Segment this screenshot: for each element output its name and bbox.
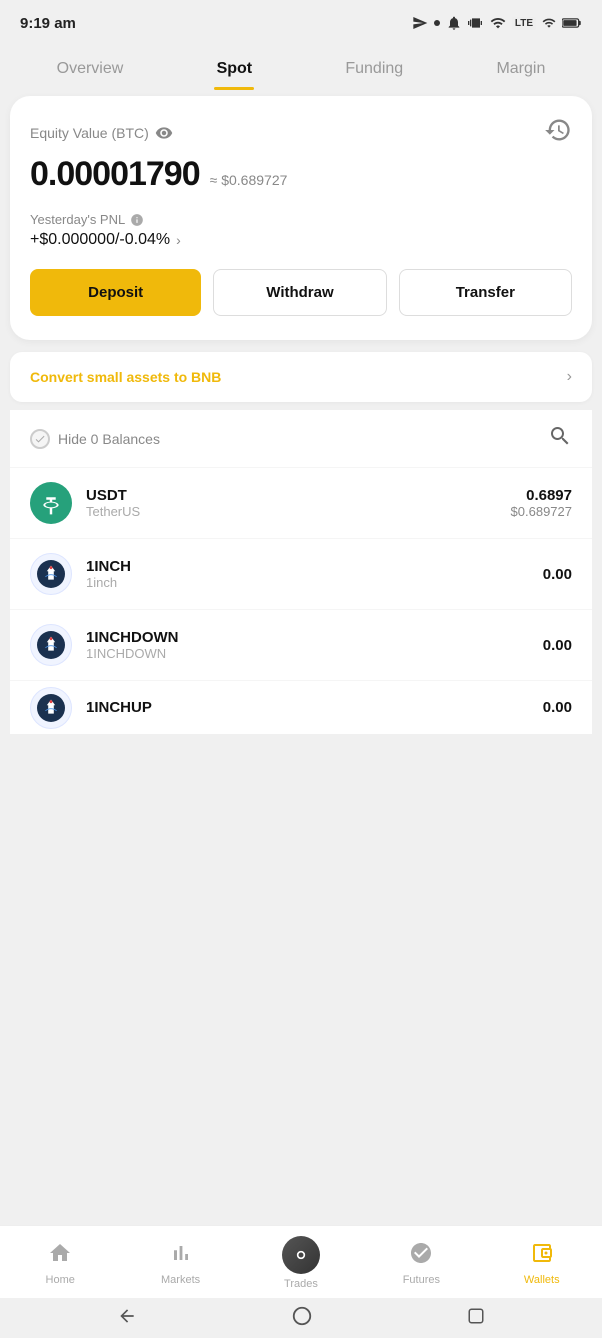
equity-btc-value: 0.00001790 [30, 155, 200, 194]
nav-futures-label: Futures [403, 1274, 440, 1286]
signal2-icon [542, 16, 556, 30]
status-bar: 9:19 am LTE [0, 0, 602, 44]
battery-icon [562, 16, 582, 30]
home-button[interactable] [291, 1305, 313, 1332]
usdt-info: USDT TetherUS [86, 487, 511, 519]
asset-row-usdt[interactable]: USDT TetherUS 0.6897 $0.689727 [10, 467, 592, 538]
balance-filter: Hide 0 Balances [10, 410, 592, 467]
search-button[interactable] [548, 424, 572, 453]
hide-balances-checkbox[interactable] [30, 429, 50, 449]
nav-trades-label: Trades [284, 1278, 318, 1290]
status-icons: LTE [412, 15, 582, 31]
tab-spot[interactable]: Spot [205, 52, 265, 90]
eye-icon[interactable] [155, 124, 173, 142]
send-icon [412, 15, 428, 31]
nav-wallets[interactable]: Wallets [512, 1241, 572, 1286]
trades-icon [282, 1236, 320, 1274]
tab-margin[interactable]: Margin [484, 52, 557, 90]
transfer-button[interactable]: Transfer [399, 269, 572, 316]
1inchdown-amounts: 0.00 [543, 637, 572, 654]
nav-wallets-label: Wallets [524, 1274, 560, 1286]
asset-row-1inchup[interactable]: 1INCHUP 0.00 [10, 680, 592, 734]
1inch-info: 1INCH 1inch [86, 558, 543, 590]
android-nav-bar [0, 1298, 602, 1338]
nav-tabs: Overview Spot Funding Margin [0, 44, 602, 90]
asset-row-1inchdown[interactable]: 1INCHDOWN 1INCHDOWN 0.00 [10, 609, 592, 680]
nav-home[interactable]: Home [30, 1241, 90, 1286]
signal-icon [490, 15, 506, 31]
hide-balances-toggle[interactable]: Hide 0 Balances [30, 429, 160, 449]
1inchup-icon [30, 687, 72, 729]
assets-list: USDT TetherUS 0.6897 $0.689727 1INCH 1in… [10, 467, 592, 734]
pnl-value[interactable]: +$0.000000/-0.04% › [30, 231, 572, 249]
info-icon [130, 213, 144, 227]
equity-usd-value: ≈ $0.689727 [210, 172, 288, 188]
convert-chevron: › [567, 368, 572, 386]
usdt-icon [30, 482, 72, 524]
lte-badge: LTE [512, 17, 536, 30]
home-icon [48, 1241, 72, 1270]
asset-row-1inch[interactable]: 1INCH 1inch 0.00 [10, 538, 592, 609]
nav-markets[interactable]: Markets [151, 1241, 211, 1286]
wallets-icon [530, 1241, 554, 1270]
equity-label-row: Equity Value (BTC) [30, 116, 572, 149]
1inch-icon [30, 553, 72, 595]
1inchup-info: 1INCHUP [86, 699, 543, 716]
pnl-label: Yesterday's PNL [30, 212, 572, 227]
1inch-amounts: 0.00 [543, 566, 572, 583]
futures-icon [409, 1241, 433, 1270]
withdraw-button[interactable]: Withdraw [213, 269, 386, 316]
tab-funding[interactable]: Funding [333, 52, 415, 90]
nav-markets-label: Markets [161, 1274, 200, 1286]
1inchdown-icon [30, 624, 72, 666]
vibrate-icon [468, 15, 484, 31]
markets-icon [169, 1241, 193, 1270]
equity-value-row: 0.00001790 ≈ $0.689727 [30, 155, 572, 194]
recents-button[interactable] [467, 1307, 485, 1330]
convert-text: Convert small assets to BNB [30, 369, 221, 385]
action-buttons: Deposit Withdraw Transfer [30, 269, 572, 316]
dot-icon [434, 20, 440, 26]
1inchdown-info: 1INCHDOWN 1INCHDOWN [86, 629, 543, 661]
tab-overview[interactable]: Overview [45, 52, 136, 90]
equity-label: Equity Value (BTC) [30, 124, 173, 142]
nav-home-label: Home [46, 1274, 75, 1286]
deposit-button[interactable]: Deposit [30, 269, 201, 316]
1inchup-amounts: 0.00 [543, 699, 572, 716]
usdt-amounts: 0.6897 $0.689727 [511, 487, 572, 519]
convert-banner[interactable]: Convert small assets to BNB › [10, 352, 592, 402]
history-icon[interactable] [544, 116, 572, 149]
nav-futures[interactable]: Futures [391, 1241, 451, 1286]
pnl-chevron: › [176, 232, 181, 248]
bottom-nav: Home Markets Trades Futures Wallets [0, 1225, 602, 1298]
status-time: 9:19 am [20, 15, 76, 32]
nav-trades[interactable]: Trades [271, 1236, 331, 1290]
equity-card: Equity Value (BTC) 0.00001790 ≈ $0.68972… [10, 96, 592, 340]
back-button[interactable] [117, 1306, 137, 1331]
alarm-icon [446, 15, 462, 31]
